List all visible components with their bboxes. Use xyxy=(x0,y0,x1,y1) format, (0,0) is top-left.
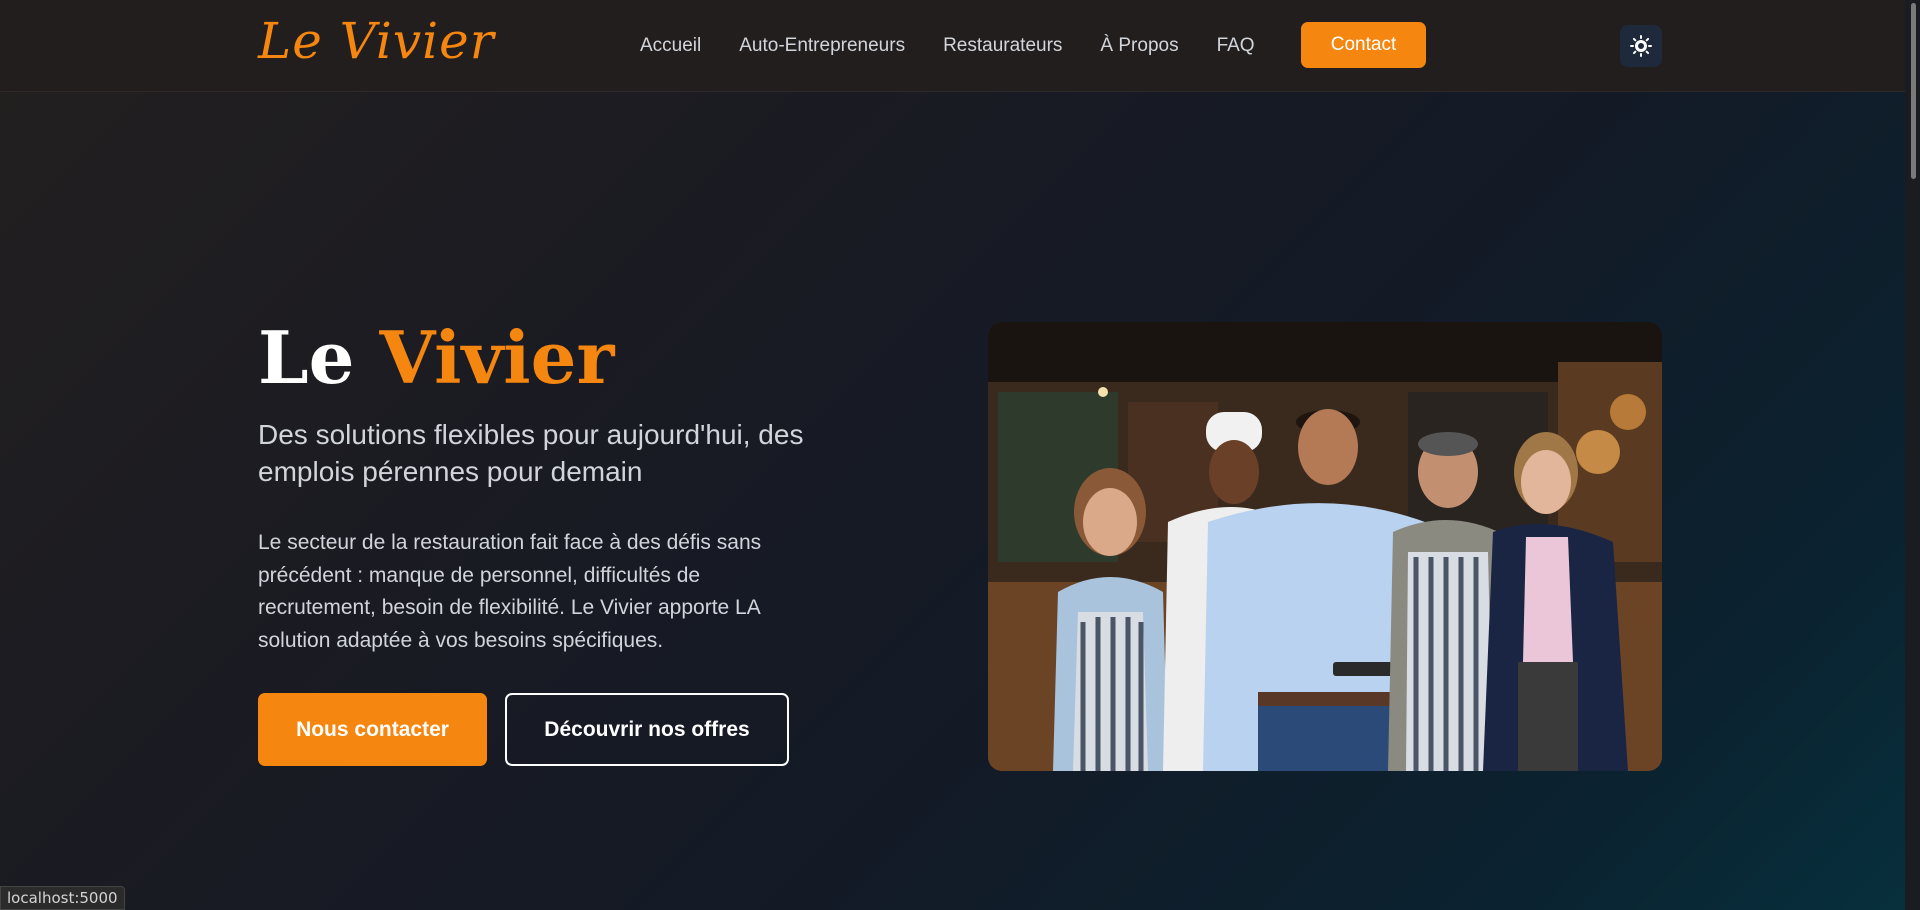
status-bar-url: localhost:5000 xyxy=(0,886,125,910)
main-nav: Accueil Auto-Entrepreneurs Restaurateurs… xyxy=(640,0,1293,92)
hero-description: Le secteur de la restauration fait face … xyxy=(258,531,762,652)
site-logo[interactable]: Le Vivier xyxy=(258,12,495,70)
scrollbar-thumb[interactable] xyxy=(1911,3,1916,179)
nav-item-accueil[interactable]: Accueil xyxy=(640,35,701,57)
hero-title: Le Vivier xyxy=(258,322,614,394)
contact-button[interactable]: Contact xyxy=(1301,22,1426,68)
nav-item-auto-entrepreneurs[interactable]: Auto-Entrepreneurs xyxy=(739,35,905,57)
contact-us-button[interactable]: Nous contacter xyxy=(258,693,487,766)
sun-icon xyxy=(1630,35,1652,57)
team-photo xyxy=(988,322,1662,771)
nav-item-a-propos[interactable]: À Propos xyxy=(1100,35,1178,57)
hero-subtitle: Des solutions flexibles pour aujourd'hui… xyxy=(258,419,804,487)
theme-toggle-button[interactable] xyxy=(1620,25,1662,67)
nav-item-restaurateurs[interactable]: Restaurateurs xyxy=(943,35,1062,57)
hero-title-accent: Vivier xyxy=(379,315,615,400)
site-header: Le Vivier Accueil Auto-Entrepreneurs Res… xyxy=(0,0,1920,92)
nav-item-faq[interactable]: FAQ xyxy=(1217,35,1255,57)
hero-title-main: Le xyxy=(258,315,380,400)
discover-offers-button[interactable]: Découvrir nos offres xyxy=(505,693,789,766)
